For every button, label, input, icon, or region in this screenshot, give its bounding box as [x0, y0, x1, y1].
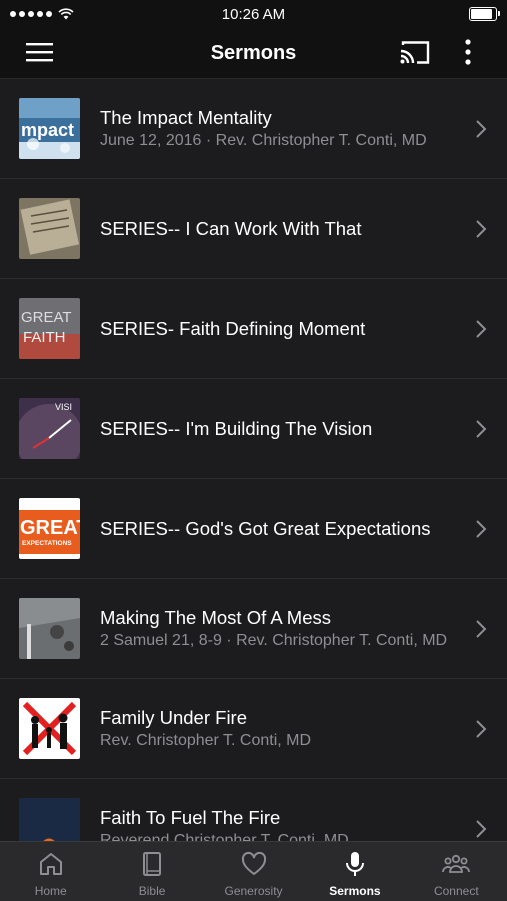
sermon-row-faith-to-fuel-the-fire[interactable]: Faith To Fuel The Fire Reverend Christop… — [0, 779, 507, 841]
tab-sermons[interactable]: Sermons — [304, 842, 405, 901]
tab-label: Home — [34, 884, 67, 898]
sermon-row-family-under-fire[interactable]: Family Under Fire Rev. Christopher T. Co… — [0, 679, 507, 779]
navigation-bar: Sermons — [0, 28, 507, 79]
sermon-thumbnail: GREAT FAITH — [19, 298, 80, 359]
sermon-text: SERIES- Faith Defining Moment — [100, 318, 455, 340]
sermon-subtitle: Rev. Christopher T. Conti, MD — [100, 731, 312, 749]
microphone-icon — [345, 852, 364, 876]
sermon-subtitle: June 12, 2016 · Rev. Christopher T. Cont… — [100, 131, 427, 149]
thumbnail-text: VISI — [55, 402, 72, 412]
tab-label: Sermons — [329, 884, 381, 898]
sermon-row-great-expectations[interactable]: GREAT EXPECTATIONS SERIES-- God's Got Gr… — [0, 479, 507, 579]
tab-label: Generosity — [224, 884, 283, 898]
sermon-list: mpact The Impact Mentality June 12, 2016… — [0, 79, 507, 841]
tab-label: Connect — [433, 884, 479, 898]
thumbnail-text: mpact — [21, 120, 74, 140]
tab-label: Bible — [138, 884, 166, 898]
chevron-right-icon — [476, 119, 487, 138]
sermon-thumbnail — [19, 798, 80, 841]
sermon-subtitle: Reverend Christopher T. Conti, MD — [100, 831, 349, 842]
chevron-right-icon — [476, 319, 487, 338]
hamburger-menu-icon[interactable] — [26, 41, 53, 63]
sermon-text: Making The Most Of A Mess 2 Samuel 21, 8… — [100, 607, 455, 651]
thumbnail-text: GREAT — [21, 309, 72, 326]
chevron-right-icon — [476, 719, 487, 738]
home-icon — [39, 853, 62, 875]
sermon-thumbnail: VISI — [19, 398, 80, 459]
thumbnail-text: EXPECTATIONS — [22, 540, 72, 547]
bible-icon — [143, 852, 162, 876]
chevron-right-icon — [476, 619, 487, 638]
status-bar: 10:26 AM — [0, 0, 507, 28]
sermon-row-building-vision[interactable]: VISI SERIES-- I'm Building The Vision — [0, 379, 507, 479]
sermon-title: SERIES-- God's Got Great Expectations — [100, 517, 431, 539]
tab-home[interactable]: Home — [0, 842, 101, 901]
sermon-thumbnail — [19, 598, 80, 659]
chevron-right-icon — [476, 519, 487, 538]
battery-level — [471, 9, 492, 19]
status-time: 10:26 AM — [221, 5, 286, 23]
sermon-row-impact-mentality[interactable]: mpact The Impact Mentality June 12, 2016… — [0, 79, 507, 179]
battery-icon — [469, 7, 500, 21]
people-icon — [442, 854, 471, 873]
sermon-subtitle: 2 Samuel 21, 8-9 · Rev. Christopher T. C… — [100, 631, 448, 649]
sermon-row-most-of-a-mess[interactable]: Making The Most Of A Mess 2 Samuel 21, 8… — [0, 579, 507, 679]
heart-icon — [241, 851, 266, 875]
sermon-text: Faith To Fuel The Fire Reverend Christop… — [100, 807, 455, 842]
chevron-right-icon — [476, 819, 487, 838]
sermon-text: The Impact Mentality June 12, 2016 · Rev… — [100, 107, 455, 151]
more-options-icon[interactable] — [459, 38, 477, 66]
sermon-thumbnail: GREAT EXPECTATIONS — [19, 498, 80, 559]
sermon-thumbnail: mpact — [19, 98, 80, 159]
sermon-row-work-with-that[interactable]: SERIES-- I Can Work With That — [0, 179, 507, 279]
sermon-title: Family Under Fire — [100, 706, 247, 728]
chevron-right-icon — [476, 219, 487, 238]
sermon-title: SERIES-- I'm Building The Vision — [100, 417, 373, 439]
sermon-title: Making The Most Of A Mess — [100, 606, 331, 628]
sermon-title: The Impact Mentality — [100, 106, 272, 128]
sermon-thumbnail — [19, 698, 80, 759]
sermon-text: SERIES-- God's Got Great Expectations — [100, 518, 455, 540]
thumbnail-text: FAITH — [23, 329, 66, 346]
tab-connect[interactable]: Connect — [406, 842, 507, 901]
tab-bible[interactable]: Bible — [101, 842, 202, 901]
sermon-title: Faith To Fuel The Fire — [100, 806, 281, 828]
cast-icon[interactable] — [399, 40, 430, 65]
sermon-title: SERIES-- I Can Work With That — [100, 217, 362, 239]
thumbnail-text: GREAT — [20, 517, 80, 539]
sermon-thumbnail — [19, 198, 80, 259]
chevron-right-icon — [476, 419, 487, 438]
tab-bar: Home Bible Generosity Sermons Connect — [0, 841, 507, 901]
sermon-text: SERIES-- I'm Building The Vision — [100, 418, 455, 440]
sermon-row-faith-defining-moment[interactable]: GREAT FAITH SERIES- Faith Defining Momen… — [0, 279, 507, 379]
sermon-text: SERIES-- I Can Work With That — [100, 218, 455, 240]
tab-generosity[interactable]: Generosity — [203, 842, 304, 901]
page-title: Sermons — [210, 41, 297, 64]
sermon-title: SERIES- Faith Defining Moment — [100, 317, 366, 339]
sermon-text: Family Under Fire Rev. Christopher T. Co… — [100, 707, 455, 751]
